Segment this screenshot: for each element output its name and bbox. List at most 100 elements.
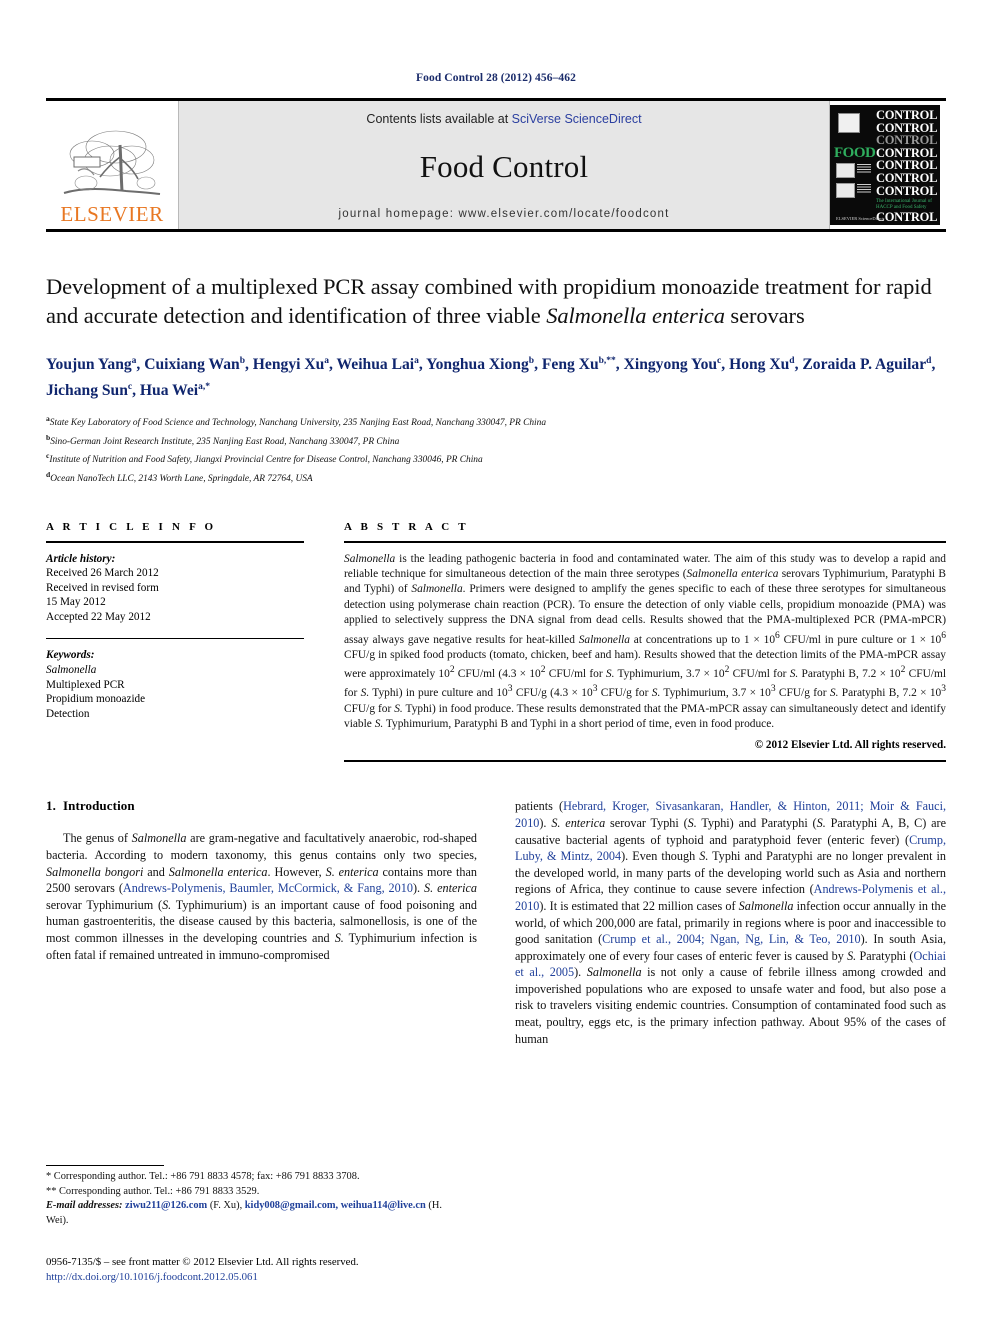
cover-control-word: CONTROL (876, 108, 938, 122)
section-title: Introduction (62, 798, 135, 814)
article-info-top-rule (46, 540, 304, 543)
elsevier-wordmark: ELSEVIER (60, 202, 164, 226)
email-addresses-label: E-mail addresses: (46, 1200, 123, 1212)
author-name: Weihua Lai (336, 356, 415, 374)
footnote-rule (46, 1165, 164, 1167)
footnote-corresponding-2: ** Corresponding author. Tel.: +86 791 8… (46, 1185, 260, 1197)
elsevier-logo: ELSEVIER (46, 101, 178, 229)
body-column-right: patients (Hebrard, Kroger, Sivasankaran,… (515, 798, 946, 1047)
affiliation-mark: c (46, 451, 50, 461)
body-column-left: 1. Introduction The genus of Salmonella a… (46, 798, 477, 1047)
author-affiliation-mark: a (414, 356, 419, 366)
author-name: Hong Xu (729, 356, 790, 374)
journal-title: Food Control (419, 149, 589, 184)
article-history-label: Article history: (46, 552, 116, 565)
footnotes-block: * Corresponding author. Tel.: +86 791 88… (46, 1165, 466, 1228)
affiliation-list: aState Key Laboratory of Food Science an… (46, 412, 946, 486)
author-affiliation-mark: a,* (198, 382, 210, 393)
cover-thumbnail-caption-1 (857, 164, 871, 174)
cover-publisher-footer: ELSEVIER ScienceDirect (836, 215, 884, 221)
cover-control-word: CONTROL (876, 183, 938, 198)
cover-control-stack: CONTROL CONTROL CONTROL CONTROL CONTROL … (876, 108, 938, 225)
author-affiliation-mark: b (239, 356, 245, 366)
cover-thumbnail-image-2 (836, 183, 855, 198)
author-affiliation-mark: a (131, 356, 137, 366)
cover-control-word: CONTROL (876, 170, 938, 185)
author-name: Jichang Sun (46, 382, 128, 400)
title-block: Development of a multiplexed PCR assay c… (46, 272, 946, 487)
running-head: Food Control 28 (2012) 456–462 (416, 72, 576, 84)
abstract-bottom-rule (344, 760, 946, 763)
article-info-heading: A R T I C L E I N F O (46, 520, 217, 533)
author-affiliation-mark: d (789, 356, 795, 366)
journal-masthead: ELSEVIER Contents lists available at Sci… (46, 98, 946, 232)
journal-cover-thumbnail: FOOD CONTROL CONTROL CONTROL CONTROL CON… (830, 105, 940, 225)
cover-food-word: FOOD (834, 145, 876, 161)
cover-control-word: CONTROL (876, 224, 938, 225)
cover-control-word: CONTROL (876, 133, 938, 148)
section-heading-introduction: 1. Introduction (46, 798, 477, 814)
abstract-top-rule (344, 540, 946, 543)
article-history-line: Received in revised form (46, 581, 159, 594)
keyword-lines: Salmonella Multiplexed PCR Propidium monoa… (46, 663, 304, 721)
author-name: Youjun Yang (46, 356, 132, 374)
affiliation-mark: a (46, 414, 50, 424)
footnote-emails: E-mail addresses: ziwu211@126.com (F. Xu… (46, 1199, 466, 1228)
journal-homepage-link[interactable]: journal homepage: www.elsevier.com/locat… (338, 208, 669, 220)
author-affiliation-mark: b (528, 356, 535, 366)
author-name: Xingyong You (623, 356, 718, 374)
elsevier-tree-icon (63, 130, 161, 195)
email-owner-1: (F. Xu), (209, 1200, 243, 1212)
keyword-item: Multiplexed PCR (46, 678, 125, 691)
author-affiliation-mark: c (127, 382, 133, 393)
article-info-column: A R T I C L E I N F O Article history: R… (46, 521, 304, 763)
author-name: Yonghua Xiong (426, 356, 529, 374)
paper-title-line-3-rest: serovars (724, 303, 805, 328)
author-affiliation-mark: c (717, 356, 722, 366)
section-number: 1. (46, 798, 56, 814)
front-matter-block: 0956-7135/$ – see front matter © 2012 El… (46, 1255, 516, 1285)
email-link-1[interactable]: ziwu211@126.com (125, 1200, 207, 1211)
author-affiliation-mark: b,** (598, 356, 616, 366)
author-affiliation-mark: d (926, 356, 932, 366)
article-history-line: Accepted 22 May 2012 (46, 610, 151, 623)
cover-thumbnail-caption-2 (857, 184, 871, 194)
abstract-copyright: © 2012 Elsevier Ltd. All rights reserved… (754, 739, 946, 752)
intro-paragraph-right: patients (Hebrard, Kroger, Sivasankaran,… (515, 799, 946, 1046)
issn-front-matter: 0956-7135/$ – see front matter © 2012 El… (46, 1256, 359, 1268)
paper-title-line-1: Development of a multiplexed PCR assay c… (46, 274, 760, 299)
cover-thumbnail-image-1 (836, 163, 855, 178)
masthead-center: Contents lists available at SciVerse Sci… (178, 101, 830, 229)
article-page: Food Control 28 (2012) 456–462 ELSEVIER … (0, 0, 992, 1323)
intro-paragraph-left: The genus of Salmonella are gram-negativ… (46, 831, 477, 962)
author-list: Youjun Yanga, Cuixiang Wanb, Hengyi Xua,… (46, 356, 936, 400)
contents-available-line: Contents lists available at SciVerse Sci… (366, 112, 641, 126)
affiliation: cInstitute of Nutrition and Food Safety,… (46, 451, 483, 466)
sciencedirect-link[interactable]: SciVerse ScienceDirect (512, 112, 642, 126)
author-name: Feng Xu (541, 356, 599, 374)
paper-title: Development of a multiplexed PCR assay c… (46, 272, 946, 330)
keyword-item: Salmonella (46, 664, 97, 677)
article-history-line: Received 26 March 2012 (46, 567, 159, 580)
author-name: Zoraida P. Aguilar (802, 356, 927, 374)
abstract-heading: A B S T R A C T (344, 520, 469, 533)
email-link-2[interactable]: kidy008@gmail.com, weihua114@live.cn (245, 1200, 426, 1211)
doi-link[interactable]: http://dx.doi.org/10.1016/j.foodcont.201… (46, 1270, 516, 1285)
footnote-corresponding-1: * Corresponding author. Tel.: +86 791 88… (46, 1171, 360, 1183)
affiliation-mark: d (46, 469, 51, 479)
abstract-body: Salmonella is the leading pathogenic bac… (344, 552, 946, 730)
info-and-abstract: A R T I C L E I N F O Article history: R… (46, 521, 946, 763)
article-history-lines: Received 26 March 2012 Received in revise… (46, 566, 304, 624)
affiliation: dOcean NanoTech LLC, 2143 Worth Lane, Sp… (46, 469, 313, 485)
keywords-block: Keywords: Salmonella Multiplexed PCR Propi… (46, 648, 304, 721)
affiliation-mark: b (46, 432, 51, 442)
body-columns: 1. Introduction The genus of Salmonella a… (46, 798, 946, 1047)
keywords-label: Keywords: (46, 649, 95, 662)
author-name: Hua Wei (139, 382, 199, 400)
author-name: Cuixiang Wan (144, 356, 240, 374)
affiliation: bSino-German Joint Research Institute, 2… (46, 432, 400, 448)
author-name: Hengyi Xu (252, 356, 325, 374)
keyword-item: Propidium monoazide (46, 693, 146, 706)
abstract-column: A B S T R A C T Salmonella is the leadin… (344, 521, 946, 763)
contents-prefix: Contents lists available at (366, 112, 512, 126)
